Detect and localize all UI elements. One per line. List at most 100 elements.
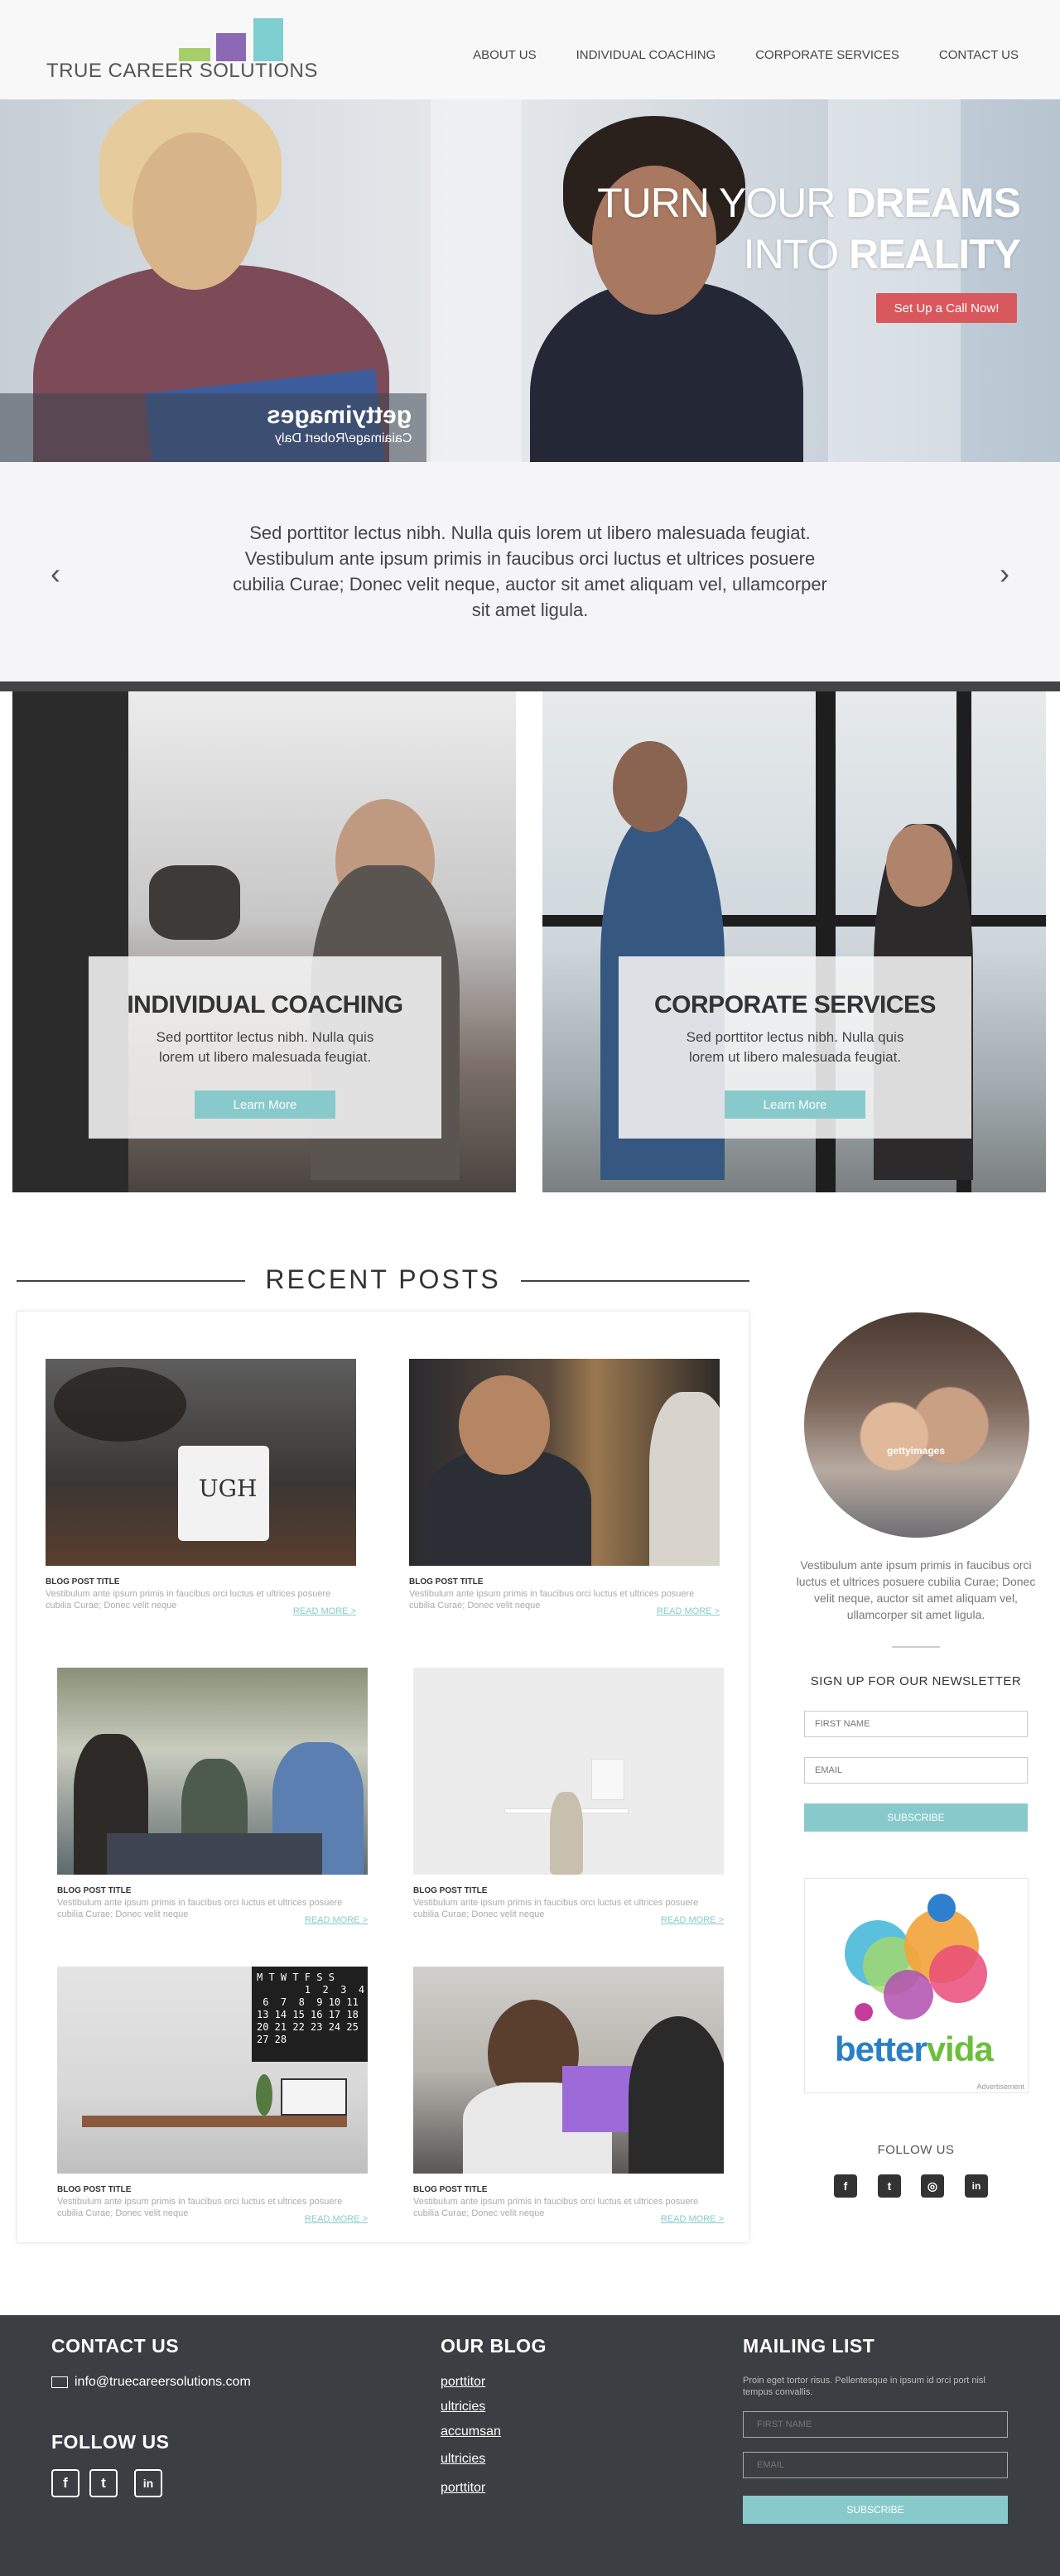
slider-next-icon[interactable]: › xyxy=(992,556,1017,591)
blog-link[interactable]: ultricies xyxy=(441,2400,485,2415)
chair-shape xyxy=(550,1792,583,1875)
service-title: INDIVIDUAL COACHING xyxy=(127,991,403,1018)
newsletter-title: SIGN UP FOR OUR NEWSLETTER xyxy=(810,1674,1022,1688)
post-title[interactable]: BLOG POST TITLE xyxy=(413,2185,724,2194)
nav-contact-us[interactable]: CONTACT US xyxy=(939,48,1019,62)
blog-post-card[interactable]: BLOG POST TITLE Vestibulum ante ipsum pr… xyxy=(409,1359,720,1616)
site-logo[interactable]: TRUE CAREER SOLUTIONS xyxy=(46,13,317,83)
foreground-person-shape xyxy=(629,2016,724,2174)
post-image-calendar[interactable]: M T W T F S S 1 2 3 4 6 7 8 9 10 11 13 1… xyxy=(57,1967,368,2174)
ad-logo-circle xyxy=(884,1970,933,2020)
getty-logo: gettyimages xyxy=(266,402,412,429)
blog-post-card[interactable]: UGH BLOG POST TITLE Vestibulum ante ipsu… xyxy=(46,1359,356,1616)
post-title[interactable]: BLOG POST TITLE xyxy=(409,1577,720,1587)
post-image-coffee[interactable]: UGH xyxy=(46,1359,356,1566)
ad-brand-vida: vida xyxy=(926,2030,994,2068)
post-image-laptop[interactable] xyxy=(413,1967,724,2174)
post-image-desk[interactable] xyxy=(413,1668,724,1875)
hero-banner: gettyimages Caiaimage/Robert Daly TURN Y… xyxy=(0,99,1060,462)
read-more-link[interactable]: READ MORE > xyxy=(661,2214,724,2224)
service-image-woman-head xyxy=(886,824,952,907)
blog-post-card[interactable]: BLOG POST TITLE Vestibulum ante ipsum pr… xyxy=(413,1967,724,2224)
post-title[interactable]: BLOG POST TITLE xyxy=(57,1886,368,1895)
sidebar-divider xyxy=(892,1646,940,1648)
read-more-link[interactable]: READ MORE > xyxy=(305,1915,368,1925)
blog-link[interactable]: ultricies xyxy=(441,2452,485,2467)
post-title[interactable]: BLOG POST TITLE xyxy=(46,1577,356,1587)
mailing-first-name-input[interactable] xyxy=(743,2411,1008,2438)
logo-bar-teal xyxy=(253,18,283,61)
read-more-link[interactable]: READ MORE > xyxy=(661,1915,724,1925)
monitor-shape xyxy=(281,2078,347,2116)
wall-calendar: M T W T F S S 1 2 3 4 6 7 8 9 10 11 13 1… xyxy=(252,1967,368,2062)
profile-photo: gettyimages xyxy=(804,1312,1029,1538)
blog-link[interactable]: porttitor xyxy=(441,2375,485,2390)
logo-bar-purple xyxy=(216,33,246,61)
linkedin-icon[interactable]: in xyxy=(134,2469,162,2497)
frame-shape xyxy=(591,1759,624,1800)
set-up-call-button[interactable]: Set Up a Call Now! xyxy=(876,293,1017,323)
ad-logo-circle xyxy=(855,2003,873,2021)
hero-title-bold: REALITY xyxy=(849,231,1021,277)
twitter-icon[interactable]: t xyxy=(878,2174,901,2198)
post-image-team[interactable] xyxy=(57,1668,368,1875)
facebook-icon[interactable]: f xyxy=(834,2174,857,2198)
newsletter-first-name-input[interactable] xyxy=(804,1711,1028,1737)
service-individual-coaching: INDIVIDUAL COACHING Sed porttitor lectus… xyxy=(12,691,516,1192)
coffee-pot-shape xyxy=(54,1367,186,1442)
logo-text: TRUE CAREER SOLUTIONS xyxy=(46,60,318,82)
newsletter-email-input[interactable] xyxy=(804,1757,1028,1784)
nav-individual-coaching[interactable]: INDIVIDUAL COACHING xyxy=(576,48,716,62)
service-title: CORPORATE SERVICES xyxy=(654,991,936,1018)
learn-more-button[interactable]: Learn More xyxy=(725,1091,865,1119)
hero-person-left-face xyxy=(132,132,257,290)
site-header: TRUE CAREER SOLUTIONS ABOUT US INDIVIDUA… xyxy=(0,0,1060,99)
read-more-link[interactable]: READ MORE > xyxy=(657,1606,720,1616)
slider-prev-icon[interactable]: ‹ xyxy=(43,556,68,591)
service-corporate-services: CORPORATE SERVICES Sed porttitor lectus … xyxy=(542,691,1046,1192)
nav-corporate-services[interactable]: CORPORATE SERVICES xyxy=(755,48,899,62)
getty-credit: Caiaimage/Robert Daly xyxy=(274,431,412,445)
footer-email-text[interactable]: info@truecareersolutions.com xyxy=(75,2375,251,2390)
footer-follow-heading: FOLLOW US xyxy=(51,2431,170,2453)
linkedin-icon[interactable]: in xyxy=(965,2174,988,2198)
mail-icon xyxy=(51,2376,68,2388)
testimonial-slider: ‹ Sed porttitor lectus nibh. Nulla quis … xyxy=(0,462,1060,681)
service-image-man-head xyxy=(613,741,687,832)
ad-brand: bettervida xyxy=(835,2030,994,2069)
nav-about-us[interactable]: ABOUT US xyxy=(473,48,536,62)
blog-post-card[interactable]: M T W T F S S 1 2 3 4 6 7 8 9 10 11 13 1… xyxy=(57,1967,368,2224)
hero-background-window xyxy=(431,99,522,462)
service-text: Sed porttitor lectus nibh. Nulla quis lo… xyxy=(686,1029,904,1065)
read-more-link[interactable]: READ MORE > xyxy=(305,2214,368,2224)
ad-logo-circle xyxy=(928,1894,956,1922)
footer-mailing-heading: MAILING LIST xyxy=(743,2335,875,2357)
blog-post-card[interactable]: BLOG POST TITLE Vestibulum ante ipsum pr… xyxy=(413,1668,724,1925)
advertisement-bettervida[interactable]: bettervida Advertisement xyxy=(804,1878,1029,2093)
site-footer: CONTACT US info@truecareersolutions.com … xyxy=(0,2315,1060,2576)
blog-post-card[interactable]: BLOG POST TITLE Vestibulum ante ipsum pr… xyxy=(57,1668,368,1925)
service-image-bag xyxy=(149,865,240,940)
mailing-subscribe-button[interactable]: SUBSCRIBE xyxy=(743,2496,1008,2524)
instagram-icon[interactable]: ◎ xyxy=(921,2174,944,2198)
twitter-icon[interactable]: t xyxy=(89,2469,118,2497)
newsletter-subscribe-button[interactable]: SUBSCRIBE xyxy=(804,1803,1028,1832)
service-card: INDIVIDUAL COACHING Sed porttitor lectus… xyxy=(89,956,441,1139)
post-title[interactable]: BLOG POST TITLE xyxy=(413,1886,724,1895)
footer-email[interactable]: info@truecareersolutions.com xyxy=(51,2375,251,2390)
blog-link[interactable]: accumsan xyxy=(441,2424,501,2439)
post-image-meeting[interactable] xyxy=(409,1359,720,1566)
hero-title: TURN YOUR DREAMS INTO REALITY xyxy=(597,177,1021,280)
plant-shape xyxy=(256,2074,272,2116)
mailing-email-input[interactable] xyxy=(743,2452,1008,2478)
man-face-shape xyxy=(459,1375,550,1475)
blog-link[interactable]: porttitor xyxy=(441,2481,485,2496)
post-title[interactable]: BLOG POST TITLE xyxy=(57,2185,368,2194)
service-card: CORPORATE SERVICES Sed porttitor lectus … xyxy=(619,956,971,1139)
learn-more-button[interactable]: Learn More xyxy=(195,1091,335,1119)
facebook-icon[interactable]: f xyxy=(51,2469,80,2497)
sidebar-follow-title: FOLLOW US xyxy=(877,2143,955,2157)
getty-watermark: gettyimages Caiaimage/Robert Daly xyxy=(0,393,426,462)
hero-background-window xyxy=(828,99,961,462)
read-more-link[interactable]: READ MORE > xyxy=(293,1606,356,1616)
